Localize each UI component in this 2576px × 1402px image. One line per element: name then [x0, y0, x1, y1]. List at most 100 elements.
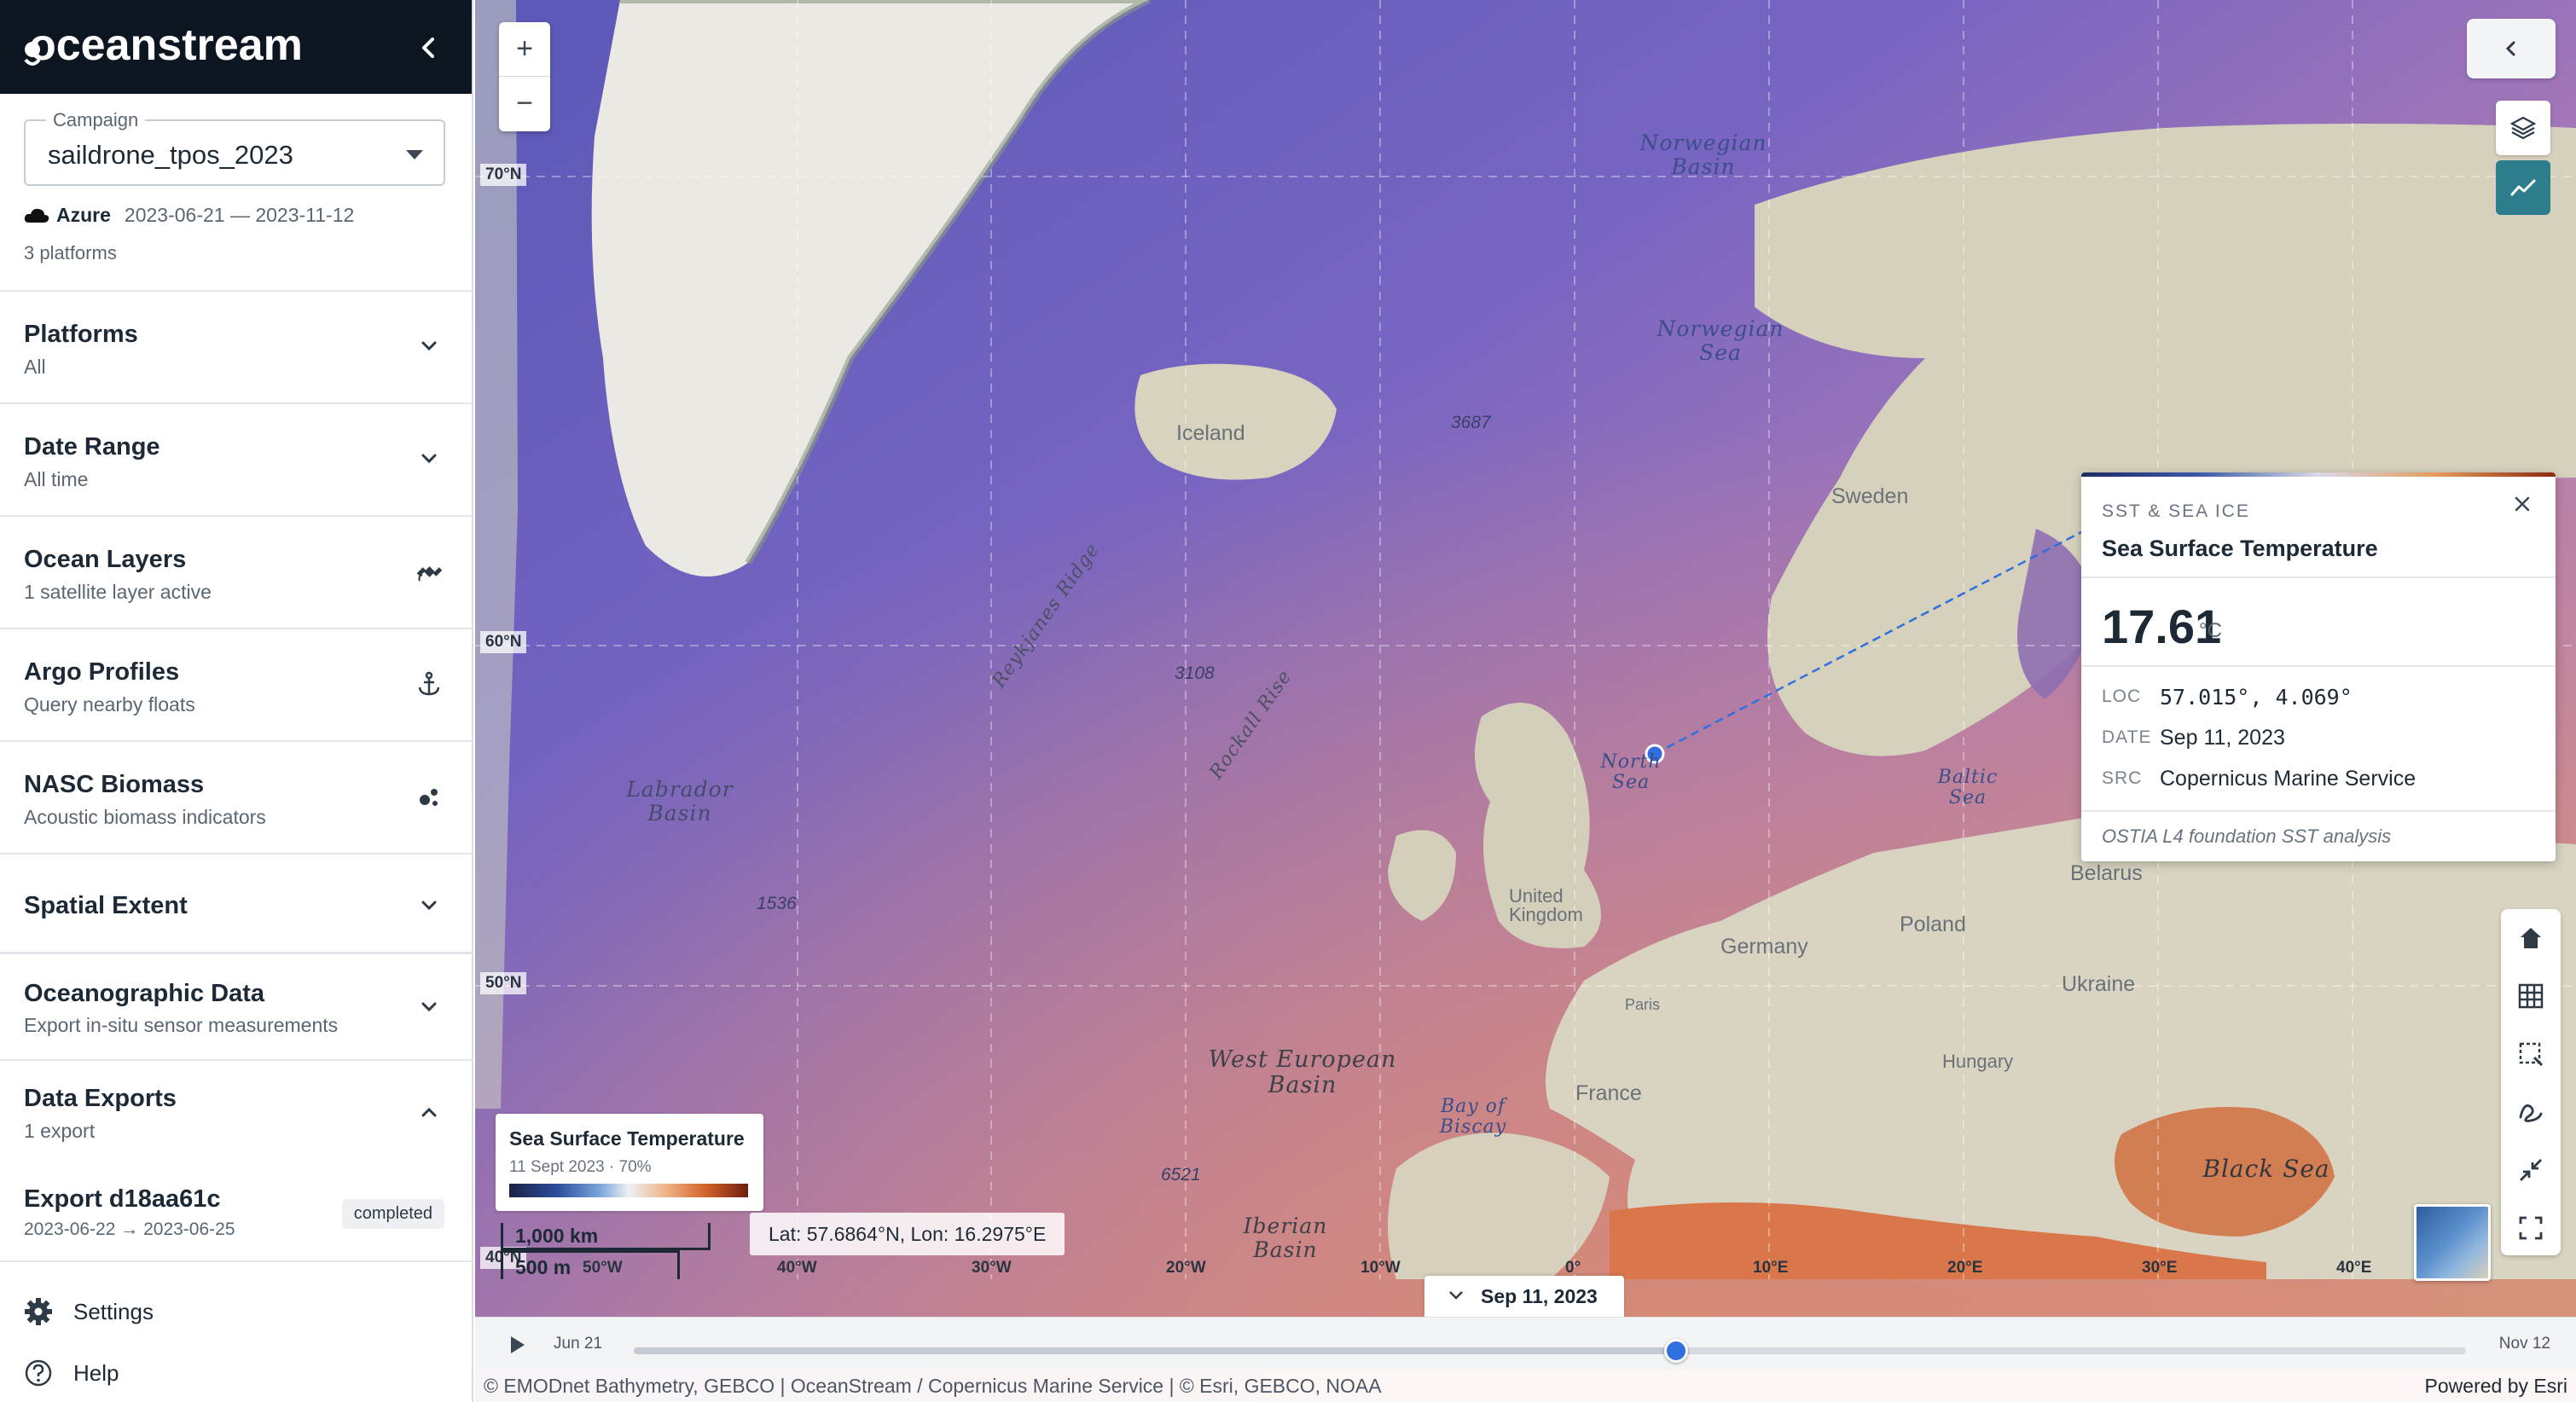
section-title: Platforms [24, 321, 138, 348]
close-icon[interactable] [2511, 493, 2533, 515]
trend-line-icon [2510, 179, 2536, 196]
scale-mi: 500 m [501, 1250, 680, 1279]
caret-down-icon [406, 150, 423, 159]
country-label: Ukraine [2062, 972, 2136, 996]
section-oceanographic-data[interactable]: Oceanographic Data Export in-situ sensor… [0, 952, 473, 1059]
sea-label: Iberian Basin [1243, 1214, 1328, 1262]
oceanstream-logo: oceanstream [24, 20, 303, 70]
select-area-button[interactable] [2501, 1025, 2561, 1083]
divider [2081, 665, 2556, 667]
popup-src-row: SRC Copernicus Marine Service [2102, 764, 2416, 793]
timeline-start: Jun 21 [554, 1335, 603, 1353]
collapse-sidebar-button[interactable] [412, 31, 446, 65]
popup-note: OSTIA L4 foundation SST analysis [2102, 826, 2392, 847]
export-id: Export d18aa61c [24, 1185, 221, 1213]
chevron-down-icon [1449, 1291, 1463, 1300]
help-link[interactable]: Help [24, 1356, 119, 1390]
date-value: Sep 11, 2023 [2160, 725, 2285, 750]
depth-label: 3108 [1175, 663, 1215, 683]
chevron-down-icon [421, 341, 437, 351]
home-icon [2521, 928, 2541, 948]
provider-name: Azure [56, 203, 111, 226]
platforms-count: 3 platforms [24, 242, 117, 264]
lat-label: 50°N [480, 972, 527, 994]
cursor-coordinates: Lat: 57.6864°N, Lon: 16.2975°E [750, 1213, 1065, 1255]
section-title: NASC Biomass [24, 771, 205, 798]
country-label: Poland [1900, 912, 1966, 936]
lon-label: 20°E [1947, 1259, 1983, 1277]
current-date: Sep 11, 2023 [1481, 1285, 1598, 1307]
zoom-in-button[interactable]: + [499, 22, 550, 77]
scale-bar: 1,000 km 500 m [501, 1223, 731, 1279]
section-platforms[interactable]: Platforms All [0, 290, 473, 403]
campaign-value: saildrone_tpos_2023 [48, 140, 293, 170]
section-subtitle: Query nearby floats [24, 693, 195, 715]
section-date-range[interactable]: Date Range All time [0, 403, 473, 515]
lon-label: 40°E [2336, 1259, 2372, 1277]
grid-button[interactable] [2501, 967, 2561, 1025]
collapse-view-button[interactable] [2501, 1141, 2561, 1199]
section-nasc-biomass[interactable]: NASC Biomass Acoustic biomass indicators [0, 740, 473, 853]
country-label: Hungary [1942, 1051, 2014, 1072]
section-subtitle: All time [24, 468, 89, 490]
help-label: Help [73, 1359, 119, 1386]
chevron-left-icon [2505, 41, 2515, 56]
basemap-switcher[interactable] [2414, 1204, 2491, 1281]
fullscreen-button[interactable] [2501, 1199, 2561, 1257]
src-key: SRC [2102, 768, 2143, 788]
popup-loc-row: LOC 57.015°, 4.069° [2102, 682, 2353, 711]
scale-km: 1,000 km [501, 1223, 711, 1250]
play-icon[interactable] [511, 1336, 525, 1353]
section-subtitle: All [24, 356, 46, 378]
sidebar: oceanstream Campaign saildrone_tpos_2023… [0, 0, 473, 1402]
map-view[interactable]: Norwegian Basin Norwegian Sea North Sea … [475, 0, 2576, 1402]
dots-icon [420, 789, 438, 806]
draw-path-button[interactable] [2501, 1083, 2561, 1141]
layers-icon [2509, 116, 2537, 140]
country-label: Belarus [2070, 861, 2143, 885]
section-title: Date Range [24, 433, 160, 461]
sea-label: West European Basin [1208, 1046, 1397, 1098]
section-ocean-layers[interactable]: Ocean Layers 1 satellite layer active [0, 515, 473, 628]
depth-label: 1536 [757, 894, 797, 913]
help-icon [25, 1359, 52, 1387]
section-spatial-extent[interactable]: Spatial Extent [0, 853, 473, 952]
settings-link[interactable]: Settings [24, 1295, 154, 1329]
divider [2081, 576, 2556, 578]
export-item[interactable]: Export d18aa61c 2023-06-22 → 2023-06-25 … [0, 1185, 473, 1262]
home-button[interactable] [2501, 909, 2561, 967]
section-data-exports[interactable]: Data Exports 1 export [0, 1059, 473, 1166]
loc-value: 57.015°, 4.069° [2160, 684, 2353, 710]
timeline-thumb[interactable] [1664, 1339, 1689, 1363]
popup-title: Sea Surface Temperature [2102, 536, 2378, 561]
brand-header: oceanstream [0, 0, 472, 94]
timeline-bar: Jun 21 Nov 12 [475, 1317, 2576, 1370]
section-argo-profiles[interactable]: Argo Profiles Query nearby floats [0, 628, 473, 740]
campaign-label: Campaign [46, 109, 146, 131]
lat-label: 70°N [480, 164, 527, 186]
settings-label: Settings [73, 1298, 154, 1324]
zoom-out-button[interactable]: − [499, 77, 550, 131]
brand-wordmark: oceanstream [29, 20, 303, 70]
sea-label: Baltic Sea [1937, 767, 1999, 809]
timeline-track[interactable] [634, 1339, 2466, 1363]
map-toolbar [2501, 909, 2561, 1255]
chart-toggle-button[interactable] [2496, 160, 2550, 215]
chevron-down-icon [421, 901, 437, 911]
chevron-down-icon [421, 1002, 437, 1012]
lon-label: 30°E [2142, 1259, 2178, 1277]
sea-label: Bay of Biscay [1439, 1096, 1507, 1138]
powered-by-link[interactable]: Powered by Esri [2425, 1375, 2567, 1398]
campaign-select[interactable]: Campaign saildrone_tpos_2023 [24, 109, 445, 186]
country-label: France [1575, 1081, 1642, 1105]
country-label: Germany [1720, 935, 1808, 959]
popup-kicker: SST & SEA ICE [2102, 501, 2250, 521]
section-subtitle: 1 export [24, 1120, 96, 1142]
collapse-panel-button[interactable] [2467, 19, 2556, 78]
layers-button[interactable] [2496, 101, 2550, 155]
lon-label: 10°W [1361, 1259, 1401, 1277]
sst-popup: SST & SEA ICE Sea Surface Temperature 17… [2081, 472, 2556, 861]
map-attribution: © EMODnet Bathymetry, GEBCO | OceanStrea… [475, 1370, 2576, 1402]
fullscreen-icon [2519, 1216, 2543, 1240]
current-date-toggle[interactable]: Sep 11, 2023 [1424, 1276, 1624, 1317]
